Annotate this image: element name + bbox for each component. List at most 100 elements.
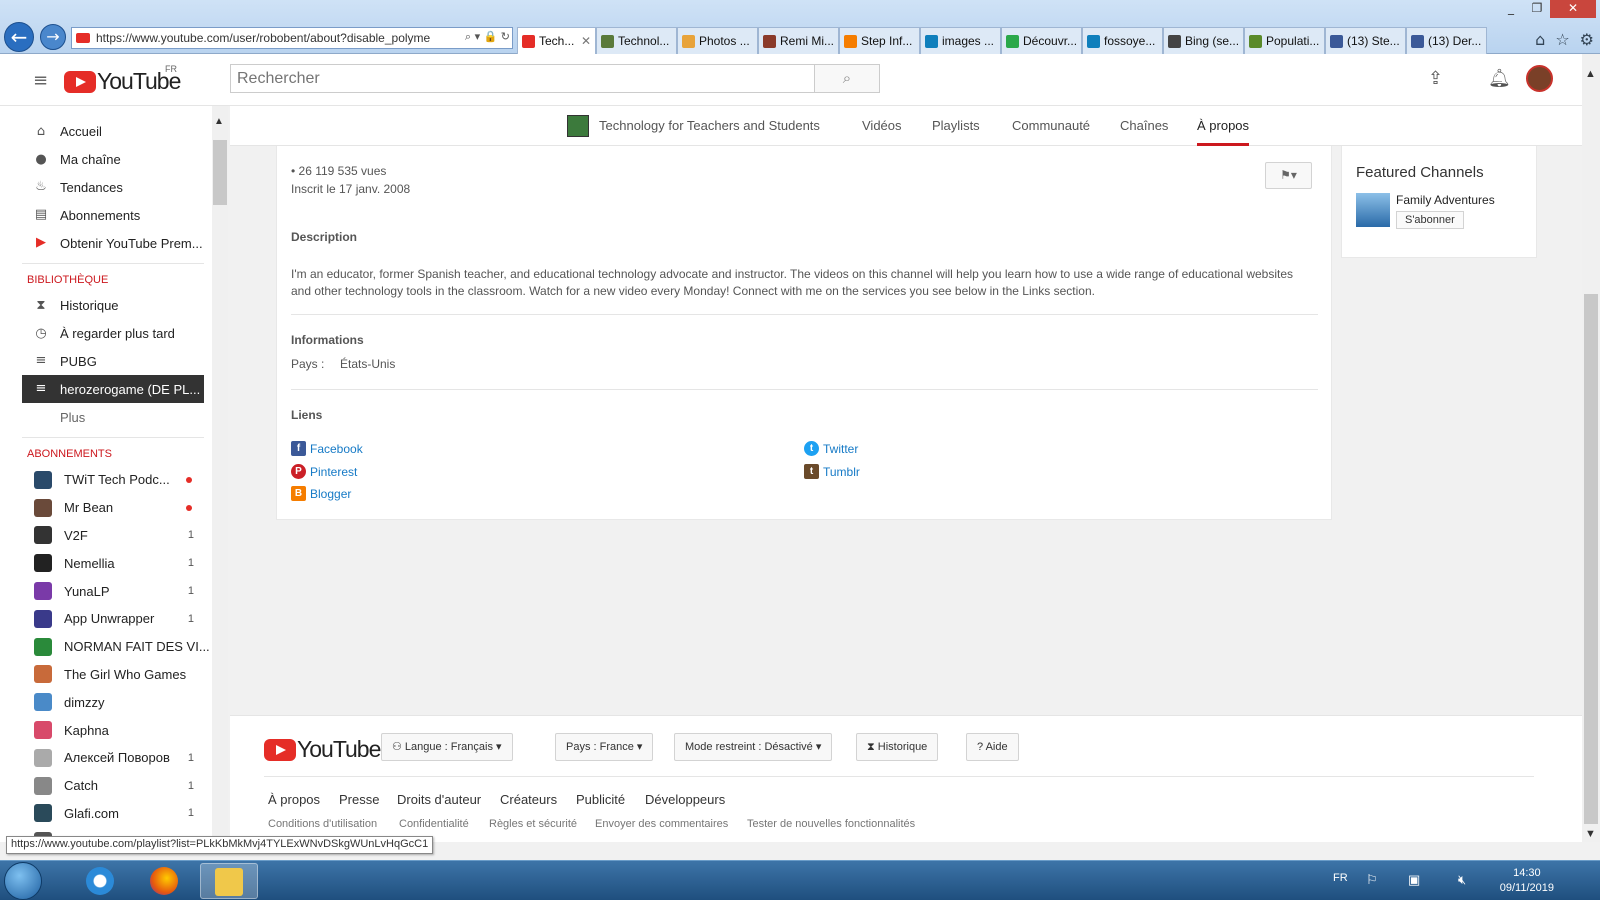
browser-tab[interactable]: Bing (se... <box>1163 27 1244 54</box>
address-bar[interactable]: https://www.youtube.com/user/robobent/ab… <box>71 27 513 49</box>
link-facebook[interactable]: f Facebook <box>291 441 363 456</box>
link-pinterest[interactable]: P Pinterest <box>291 464 357 479</box>
sidebar-item[interactable]: ♨ Tendances <box>0 174 212 202</box>
language-indicator[interactable]: FR <box>1333 872 1348 884</box>
footer-link[interactable]: Conditions d'utilisation <box>268 818 377 830</box>
upload-icon[interactable]: ⇪ <box>1428 68 1443 89</box>
sidebar-item[interactable]: ⌂ Accueil <box>0 118 212 146</box>
youtube-logo[interactable]: YouTube FR <box>64 64 181 95</box>
scroll-down-icon[interactable]: ▼ <box>1585 828 1596 840</box>
footer-link[interactable]: Droits d'auteur <box>397 792 481 807</box>
subscription-item[interactable]: V2F 1 <box>0 522 212 550</box>
footer-link[interactable]: Créateurs <box>500 792 557 807</box>
country-button[interactable]: Pays : France ▾ <box>555 733 654 761</box>
home-icon[interactable]: ⌂ <box>1535 30 1545 49</box>
menu-hamburger-icon[interactable]: ≡ <box>33 70 48 91</box>
channel-avatar[interactable] <box>567 115 589 137</box>
featured-channel-thumbnail[interactable] <box>1356 193 1390 227</box>
browser-tab[interactable]: Tech... ✕ <box>517 27 596 54</box>
report-flag-button[interactable]: ⚑▾ <box>1265 162 1312 189</box>
sidebar-item-plus[interactable]: Plus <box>0 403 212 431</box>
close-tab-icon[interactable]: ✕ <box>581 34 591 48</box>
page-scrollbar[interactable]: ▲ ▼ <box>1582 54 1600 842</box>
taskbar-file-explorer[interactable] <box>200 863 258 899</box>
browser-tab[interactable]: Technol... <box>596 27 677 54</box>
subscribe-button[interactable]: S'abonner <box>1396 211 1464 229</box>
browser-tab[interactable]: images ... <box>920 27 1001 54</box>
taskbar-firefox[interactable] <box>136 863 194 899</box>
browser-tab[interactable]: Populati... <box>1244 27 1325 54</box>
subscription-item[interactable]: TWiT Tech Podc... <box>0 466 212 494</box>
tab-channels[interactable]: Chaînes <box>1120 118 1168 133</box>
language-button[interactable]: ⚇ Langue : Français ▾ <box>381 733 513 761</box>
browser-tab[interactable]: Step Inf... <box>839 27 920 54</box>
clock[interactable]: 14:30 09/11/2019 <box>1500 866 1554 896</box>
sidebar-item[interactable]: ⧗ Historique <box>0 292 212 320</box>
sidebar-item[interactable]: ≡ PUBG <box>0 348 212 376</box>
browser-tab[interactable]: (13) Der... <box>1406 27 1487 54</box>
subscription-item[interactable]: Mr Bean <box>0 494 212 522</box>
browser-tab[interactable]: Remi Mi... <box>758 27 839 54</box>
subscription-item[interactable]: Kaphna <box>0 716 212 744</box>
history-button[interactable]: ⧗ Historique <box>856 733 939 761</box>
footer-link[interactable]: Règles et sécurité <box>489 818 577 830</box>
link-blogger[interactable]: B Blogger <box>291 486 351 501</box>
link-tumblr[interactable]: t Tumblr <box>804 464 860 479</box>
sidebar-item[interactable]: ▶ Obtenir YouTube Prem... <box>0 229 212 257</box>
scroll-up-icon[interactable]: ▲ <box>1585 68 1596 80</box>
subscription-item[interactable]: Алексей Поворов 1 <box>0 744 212 772</box>
featured-channel-name[interactable]: Family Adventures <box>1396 193 1495 207</box>
browser-tab[interactable]: Photos ... <box>677 27 758 54</box>
favorites-star-icon[interactable]: ☆ <box>1555 30 1569 49</box>
close-icon[interactable]: ✕ <box>1550 0 1596 18</box>
footer-link[interactable]: À propos <box>268 792 320 807</box>
sidebar-item[interactable]: ▤ Abonnements <box>0 201 212 229</box>
footer-logo[interactable]: YouTube <box>264 736 381 763</box>
volume-muted-icon[interactable]: 🔇︎ <box>1458 872 1466 888</box>
browser-tab[interactable]: fossoye... <box>1082 27 1163 54</box>
footer-link[interactable]: Presse <box>339 792 379 807</box>
subscription-item[interactable]: Catch 1 <box>0 772 212 800</box>
browser-tab[interactable]: (13) Ste... <box>1325 27 1406 54</box>
footer-link[interactable]: Développeurs <box>645 792 725 807</box>
notifications-bell-icon[interactable]: 🔔︎ <box>1488 68 1511 89</box>
footer-link[interactable]: Confidentialité <box>399 818 469 830</box>
sidebar-scroll-thumb[interactable] <box>213 140 227 205</box>
footer-link[interactable]: Envoyer des commentaires <box>595 818 728 830</box>
sidebar-scrollbar[interactable]: ▲ <box>212 106 228 842</box>
sidebar-item[interactable]: ≡ herozerogame (DE PL... <box>22 375 204 404</box>
settings-gear-icon[interactable]: ⚙ <box>1580 30 1594 49</box>
search-input[interactable] <box>230 64 815 93</box>
subscription-item[interactable]: dimzzy <box>0 688 212 716</box>
footer-link[interactable]: Tester de nouvelles fonctionnalités <box>747 818 915 830</box>
search-button[interactable]: ⌕ <box>814 64 880 93</box>
minimize-icon[interactable]: _ <box>1498 0 1524 18</box>
subscription-item[interactable]: YunaLP 1 <box>0 577 212 605</box>
link-twitter[interactable]: t Twitter <box>804 441 858 456</box>
subscription-item[interactable]: Glafi.com 1 <box>0 800 212 828</box>
avatar[interactable] <box>1526 65 1553 92</box>
subscription-item[interactable]: App Unwrapper 1 <box>0 605 212 633</box>
channel-name[interactable]: Technology for Teachers and Students <box>599 118 820 133</box>
back-button[interactable]: ← <box>4 22 34 52</box>
help-button[interactable]: ? Aide <box>966 733 1019 761</box>
page-scroll-thumb[interactable] <box>1584 294 1598 824</box>
sidebar-item[interactable]: ● Ma chaîne <box>0 146 212 174</box>
tab-videos[interactable]: Vidéos <box>862 118 902 133</box>
scroll-up-icon[interactable]: ▲ <box>214 116 224 127</box>
forward-button[interactable]: → <box>40 24 66 50</box>
maximize-icon[interactable]: ❐ <box>1524 0 1550 18</box>
flag-tray-icon[interactable]: ⚐ <box>1366 872 1378 888</box>
start-button[interactable] <box>4 862 42 900</box>
subscription-item[interactable]: Nemellia 1 <box>0 549 212 577</box>
footer-link[interactable]: Publicité <box>576 792 625 807</box>
sidebar-item[interactable]: ◷ À regarder plus tard <box>0 320 212 348</box>
tab-community[interactable]: Communauté <box>1012 118 1090 133</box>
subscription-item[interactable]: The Girl Who Games <box>0 661 212 689</box>
browser-tab[interactable]: Découvr... <box>1001 27 1082 54</box>
address-tools-icon[interactable]: ⌕ ▾ 🔒 ↻ <box>461 30 510 44</box>
app-tray-icon[interactable]: ▣ <box>1408 872 1420 888</box>
taskbar-internet-explorer[interactable] <box>72 863 130 899</box>
tab-playlists[interactable]: Playlists <box>932 118 980 133</box>
restricted-mode-button[interactable]: Mode restreint : Désactivé ▾ <box>674 733 833 761</box>
